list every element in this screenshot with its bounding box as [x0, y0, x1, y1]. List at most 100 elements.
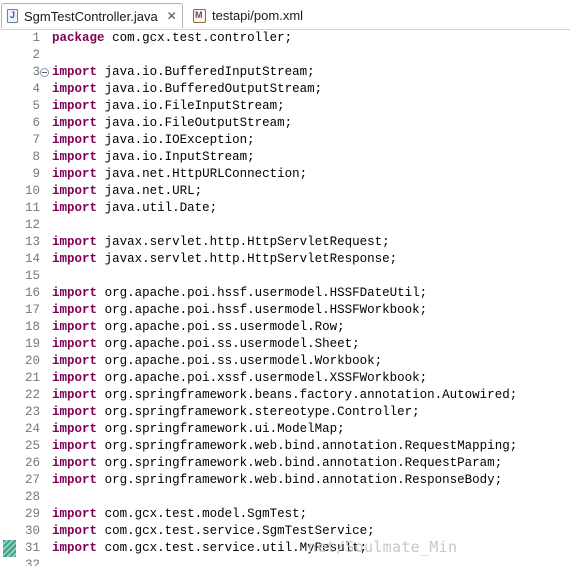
line-number: 27 — [24, 473, 40, 487]
keyword: import — [52, 99, 98, 113]
tab-label: testapi/pom.xml — [212, 8, 304, 23]
code-line[interactable]: 23 import org.springframework.stereotype.C… — [0, 404, 570, 421]
code-text: org.apache.poi.xssf.usermodel.XSSFWorkbo… — [104, 371, 428, 385]
line-number: 3 — [32, 65, 40, 79]
code-line[interactable]: 13 import javax.servlet.http.HttpServletRe… — [0, 234, 570, 251]
code-line[interactable]: 20 import org.apache.poi.ss.usermodel.Work… — [0, 353, 570, 370]
line-number: 5 — [32, 99, 40, 113]
java-file-icon — [7, 9, 18, 23]
line-number: 15 — [24, 269, 40, 283]
code-text: org.apache.poi.ss.usermodel.Row; — [104, 320, 345, 334]
code-line[interactable]: 16 import org.apache.poi.hssf.usermodel.HS… — [0, 285, 570, 302]
code-line[interactable]: 29 import com.gcx.test.model.SgmTest; — [0, 506, 570, 523]
code-line[interactable]: 31 import com.gcx.test.service.util.MyResu… — [0, 540, 570, 557]
line-number: 1 — [32, 31, 40, 45]
keyword: import — [52, 82, 98, 96]
tab-sgmtestcontroller-java[interactable]: SgmTestController.java ✕ — [1, 3, 183, 28]
code-line[interactable]: 25 import org.springframework.web.bind.ann… — [0, 438, 570, 455]
code-line[interactable]: 7 import java.io.IOException; — [0, 132, 570, 149]
code-line[interactable]: 4 import java.io.BufferedOutputStream; — [0, 81, 570, 98]
keyword: import — [52, 116, 98, 130]
fold-collapse-icon[interactable] — [40, 68, 49, 77]
code-line[interactable]: 2 — [0, 47, 570, 64]
keyword: import — [52, 184, 98, 198]
line-number: 24 — [24, 422, 40, 436]
code-line[interactable]: 19 import org.apache.poi.ss.usermodel.Shee… — [0, 336, 570, 353]
line-number: 9 — [32, 167, 40, 181]
line-number: 21 — [24, 371, 40, 385]
maven-pom-icon — [193, 8, 206, 23]
code-line[interactable]: 8 import java.io.InputStream; — [0, 149, 570, 166]
line-number: 2 — [32, 48, 40, 62]
code-text: org.apache.poi.hssf.usermodel.HSSFWorkbo… — [104, 303, 428, 317]
line-number: 22 — [24, 388, 40, 402]
keyword: import — [52, 133, 98, 147]
keyword: import — [52, 354, 98, 368]
code-line[interactable]: 12 — [0, 217, 570, 234]
code-line[interactable]: 24 import org.springframework.ui.ModelMap; — [0, 421, 570, 438]
line-number: 29 — [24, 507, 40, 521]
keyword: import — [52, 303, 98, 317]
line-number: 30 — [24, 524, 40, 538]
code-line[interactable]: 3 import java.io.BufferedInputStream; — [0, 64, 570, 81]
code-text: java.io.IOException; — [104, 133, 255, 147]
code-text: com.gcx.test.model.SgmTest; — [104, 507, 308, 521]
code-line[interactable]: 21 import org.apache.poi.xssf.usermodel.XS… — [0, 370, 570, 387]
code-line[interactable]: 6 import java.io.FileOutputStream; — [0, 115, 570, 132]
code-line[interactable]: 1 package com.gcx.test.controller; — [0, 30, 570, 47]
code-line[interactable]: 11 import java.util.Date; — [0, 200, 570, 217]
tab-pom-xml[interactable]: testapi/pom.xml — [187, 3, 337, 28]
code-text: java.io.InputStream; — [104, 150, 255, 164]
line-number: 17 — [24, 303, 40, 317]
line-number: 6 — [32, 116, 40, 130]
keyword: import — [52, 405, 98, 419]
keyword: import — [52, 235, 98, 249]
code-line[interactable]: 17 import org.apache.poi.hssf.usermodel.HS… — [0, 302, 570, 319]
keyword: import — [52, 456, 98, 470]
line-number: 7 — [32, 133, 40, 147]
code-text: java.io.BufferedInputStream; — [104, 65, 315, 79]
code-text: org.apache.poi.hssf.usermodel.HSSFDateUt… — [104, 286, 428, 300]
keyword: import — [52, 507, 98, 521]
code-text: org.apache.poi.ss.usermodel.Sheet; — [104, 337, 360, 351]
keyword: import — [52, 320, 98, 334]
watermark-text: net/Soulmate_Min — [308, 538, 458, 556]
code-text: com.gcx.test.controller; — [112, 31, 293, 45]
code-editor[interactable]: 1 package com.gcx.test.controller; 2 3 import… — [0, 30, 570, 566]
line-number: 25 — [24, 439, 40, 453]
code-line[interactable]: 28 — [0, 489, 570, 506]
code-line[interactable]: 15 — [0, 268, 570, 285]
line-number: 23 — [24, 405, 40, 419]
line-number: 14 — [24, 252, 40, 266]
line-number: 4 — [32, 82, 40, 96]
code-line[interactable]: 27 import org.springframework.web.bind.ann… — [0, 472, 570, 489]
code-line[interactable]: 10 import java.net.URL; — [0, 183, 570, 200]
keyword: import — [52, 65, 98, 79]
code-text: org.springframework.web.bind.annotation.… — [104, 473, 503, 487]
keyword: import — [52, 150, 98, 164]
code-line[interactable]: 32 — [0, 557, 570, 566]
code-line[interactable]: 26 import org.springframework.web.bind.ann… — [0, 455, 570, 472]
keyword: import — [52, 439, 98, 453]
code-line[interactable]: 22 import org.springframework.beans.factor… — [0, 387, 570, 404]
keyword: import — [52, 201, 98, 215]
close-icon[interactable]: ✕ — [167, 10, 177, 22]
code-text: org.springframework.stereotype.Controlle… — [104, 405, 420, 419]
code-text: org.springframework.web.bind.annotation.… — [104, 456, 503, 470]
code-text: java.io.FileOutputStream; — [104, 116, 293, 130]
code-line[interactable]: 30 import com.gcx.test.service.SgmTestServ… — [0, 523, 570, 540]
change-marker — [3, 540, 16, 557]
code-text: org.springframework.web.bind.annotation.… — [104, 439, 518, 453]
code-line[interactable]: 9 import java.net.HttpURLConnection; — [0, 166, 570, 183]
keyword: import — [52, 541, 98, 555]
keyword: import — [52, 371, 98, 385]
keyword: import — [52, 167, 98, 181]
code-line[interactable]: 5 import java.io.FileInputStream; — [0, 98, 570, 115]
keyword: import — [52, 473, 98, 487]
line-number: 11 — [24, 201, 40, 215]
code-text: java.util.Date; — [104, 201, 218, 215]
line-number: 20 — [24, 354, 40, 368]
code-line[interactable]: 14 import javax.servlet.http.HttpServletRe… — [0, 251, 570, 268]
code-line[interactable]: 18 import org.apache.poi.ss.usermodel.Row; — [0, 319, 570, 336]
line-number: 19 — [24, 337, 40, 351]
